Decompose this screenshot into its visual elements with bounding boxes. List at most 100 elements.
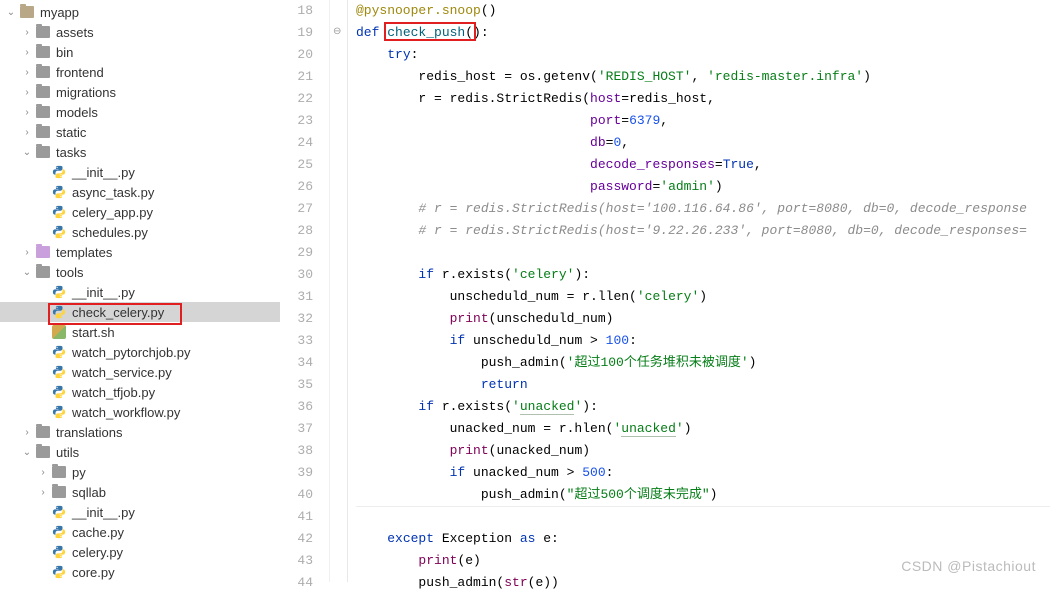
code-token: ): [574,267,590,282]
tree-item-templates[interactable]: ›templates [0,242,280,262]
gutter-spacer [330,88,347,110]
code-line[interactable]: try: [356,44,1050,66]
tree-item-label: watch_pytorchjob.py [72,345,191,360]
tree-item-frontend[interactable]: › frontend [0,62,280,82]
tree-item-label: assets [56,25,94,40]
tree-item-assets[interactable]: › assets [0,22,280,42]
code-line[interactable]: print(unscheduld_num) [356,308,1050,330]
code-area[interactable]: @pysnooper.snoop()def check_push(): try:… [348,0,1050,582]
tree-item-watch-pytorchjob-py[interactable]: watch_pytorchjob.py [0,342,280,362]
gutter-spacer [330,418,347,440]
code-editor[interactable]: 1819202122232425262728293031323334353637… [280,0,1050,582]
chevron-icon[interactable]: › [20,107,34,118]
code-line[interactable]: unacked_num = r.hlen('unacked') [356,418,1050,440]
chevron-icon[interactable]: › [20,247,34,258]
tree-item-bin[interactable]: ›bin [0,42,280,62]
folder-icon [36,26,50,38]
code-line[interactable]: print(unacked_num) [356,440,1050,462]
fold-icon[interactable] [330,22,347,44]
code-line[interactable]: push_admin('超过100个任务堆积未被调度') [356,352,1050,374]
code-line[interactable]: if r.exists('unacked'): [356,396,1050,418]
chevron-icon[interactable]: ⌄ [20,147,34,158]
gutter-spacer [330,396,347,418]
code-token [356,465,450,480]
code-line[interactable]: decode_responses=True, [356,154,1050,176]
tree-item-static[interactable]: ›static [0,122,280,142]
code-line[interactable] [356,506,1050,528]
tree-item-cache-py[interactable]: cache.py [0,522,280,542]
chevron-icon[interactable]: › [20,87,34,98]
code-line[interactable]: return [356,374,1050,396]
tree-item-myapp[interactable]: ⌄myapp [0,2,280,22]
chevron-icon[interactable]: ⌄ [4,7,18,18]
code-line[interactable]: port=6379, [356,110,1050,132]
tree-item-tasks[interactable]: ⌄tasks [0,142,280,162]
code-token: unscheduld_num > [473,333,606,348]
code-line[interactable]: if unacked_num > 500: [356,462,1050,484]
folder-icon [52,486,66,498]
chevron-icon[interactable]: › [20,427,34,438]
code-token [356,223,418,238]
tree-item-label: frontend [56,65,104,80]
code-line[interactable]: # r = redis.StrictRedis(host='100.116.64… [356,198,1050,220]
code-line[interactable]: if unscheduld_num > 100: [356,330,1050,352]
code-token: unacked_num > [473,465,582,480]
line-number: 28 [280,220,313,242]
code-line[interactable]: push_admin(str(e)) [356,572,1050,594]
tree-item-utils[interactable]: ⌄utils [0,442,280,462]
tree-item-check-celery-py[interactable]: check_celery.py [0,302,280,322]
tree-item---init---py[interactable]: __init__.py [0,282,280,302]
code-token: Exception [442,531,520,546]
code-token: str [504,575,527,590]
python-file-icon [52,165,66,179]
tree-item-schedules-py[interactable]: schedules.py [0,222,280,242]
tree-item-translations[interactable]: ›translations [0,422,280,442]
gutter-spacer [330,220,347,242]
line-number: 19 [280,22,313,44]
code-token: host [590,91,621,106]
tree-item-py[interactable]: ›py [0,462,280,482]
line-number: 44 [280,572,313,594]
gutter-spacer [330,484,347,506]
code-line[interactable]: @pysnooper.snoop() [356,0,1050,22]
tree-item-celery-app-py[interactable]: celery_app.py [0,202,280,222]
file-tree-sidebar[interactable]: ⌄myapp›assets›bin›frontend›migrations›mo… [0,0,280,582]
tree-item-start-sh[interactable]: start.sh [0,322,280,342]
chevron-icon[interactable]: › [36,467,50,478]
tree-item-celery-py[interactable]: celery.py [0,542,280,562]
tree-item-watch-workflow-py[interactable]: watch_workflow.py [0,402,280,422]
code-line[interactable]: # r = redis.StrictRedis(host='9.22.26.23… [356,220,1050,242]
tree-item-watch-service-py[interactable]: watch_service.py [0,362,280,382]
code-line[interactable]: password='admin') [356,176,1050,198]
code-line[interactable]: def check_push(): [356,22,1050,44]
chevron-icon[interactable]: › [20,127,34,138]
code-line[interactable]: except Exception as e: [356,528,1050,550]
code-line[interactable]: if r.exists('celery'): [356,264,1050,286]
chevron-icon[interactable]: › [20,27,34,38]
tree-item-sqllab[interactable]: ›sqllab [0,482,280,502]
chevron-icon[interactable]: › [20,67,34,78]
code-line[interactable]: redis_host = os.getenv('REDIS_HOST', 're… [356,66,1050,88]
gutter-spacer [330,242,347,264]
python-file-icon [52,305,66,319]
tree-item-core-py[interactable]: core.py [0,562,280,582]
tree-item-tools[interactable]: ⌄tools [0,262,280,282]
chevron-icon[interactable]: › [20,47,34,58]
chevron-icon[interactable]: ⌄ [20,447,34,458]
code-line[interactable] [356,242,1050,264]
tree-item---init---py[interactable]: __init__.py [0,162,280,182]
code-token: =redis_host, [621,91,715,106]
code-line[interactable]: r = redis.StrictRedis(host=redis_host, [356,88,1050,110]
tree-item-async-task-py[interactable]: async_task.py [0,182,280,202]
code-line[interactable]: db=0, [356,132,1050,154]
code-line[interactable]: push_admin("超过500个调度未完成") [356,484,1050,506]
gutter-spacer [330,352,347,374]
tree-item-migrations[interactable]: ›migrations [0,82,280,102]
tree-item-models[interactable]: ›models [0,102,280,122]
chevron-icon[interactable]: › [36,487,50,498]
code-line[interactable]: unscheduld_num = r.llen('celery') [356,286,1050,308]
chevron-icon[interactable]: ⌄ [20,267,34,278]
tree-item-watch-tfjob-py[interactable]: watch_tfjob.py [0,382,280,402]
tree-item---init---py[interactable]: __init__.py [0,502,280,522]
code-token: # r = redis.StrictRedis(host='9.22.26.23… [418,223,1027,238]
